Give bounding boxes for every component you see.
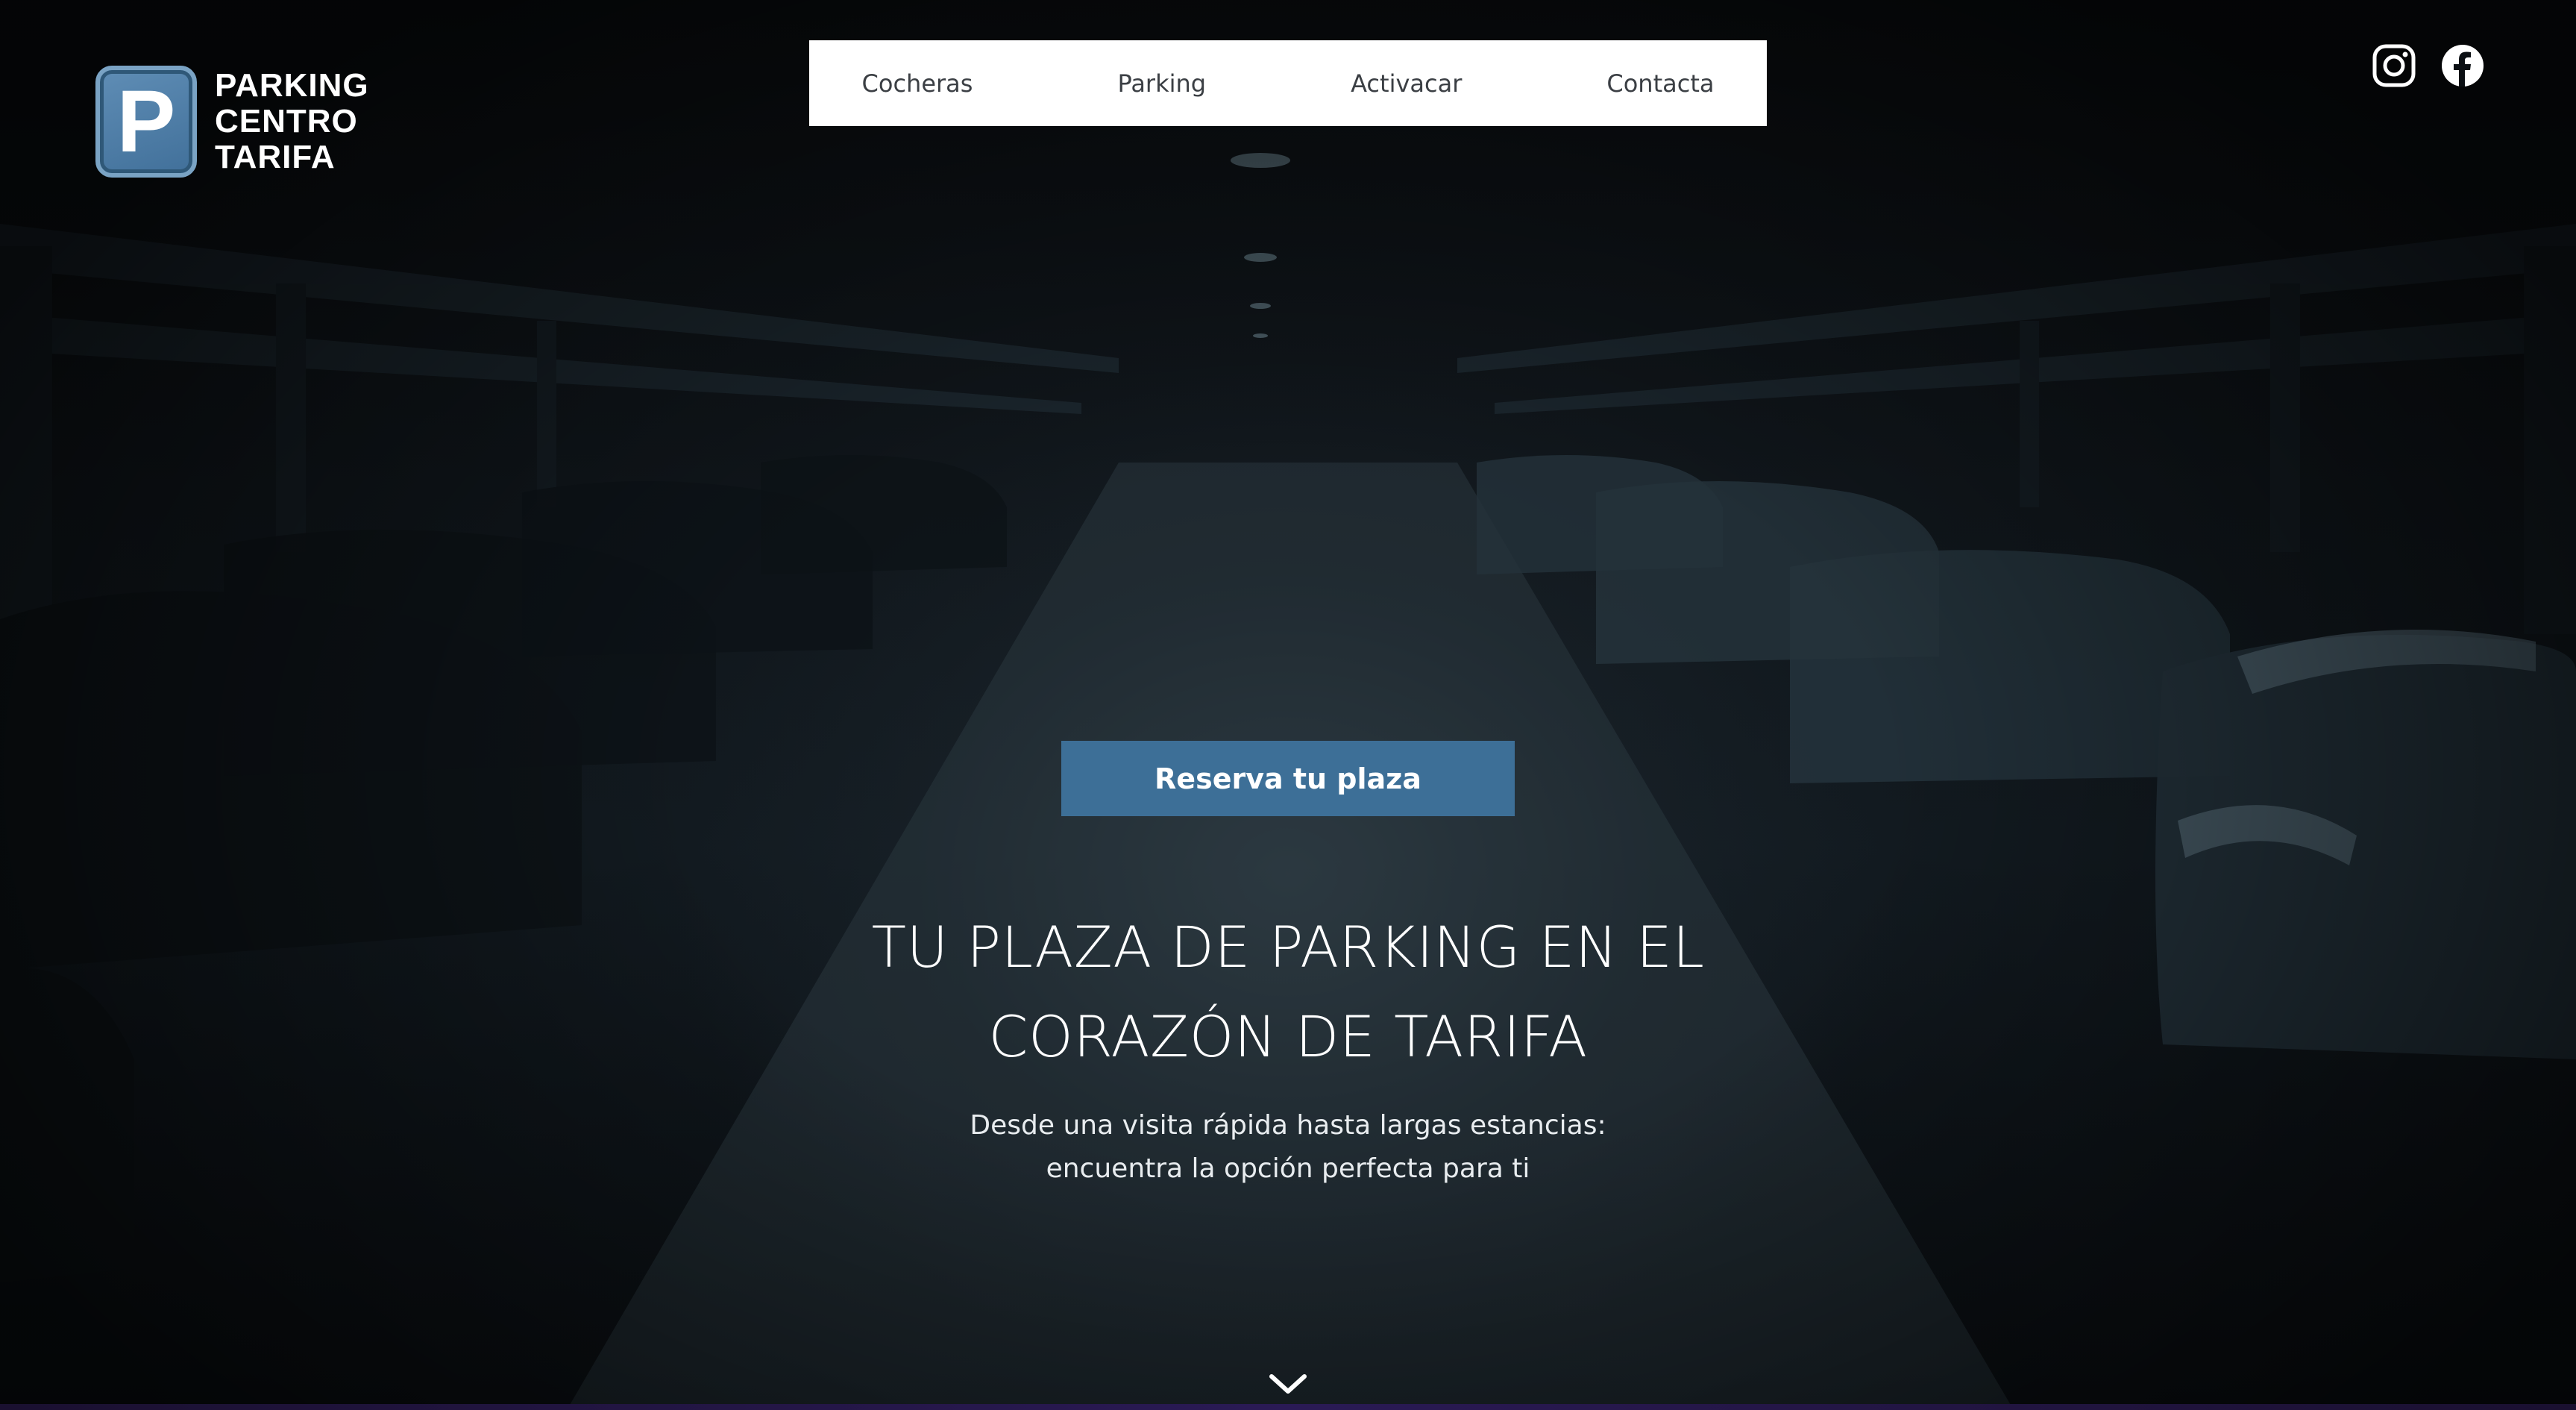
hero-title-line: CORAZÓN DE TARIFA — [988, 1003, 1588, 1070]
page-bottom-edge — [0, 1404, 2576, 1410]
hero-subtitle: Desde una visita rápida hasta largas est… — [841, 1104, 1735, 1191]
facebook-icon[interactable] — [2440, 43, 2485, 88]
hero-section: P PARKING CENTRO TARIFA Cocheras Parking… — [0, 0, 2576, 1410]
social-links — [2372, 43, 2485, 88]
hero-subtitle-line: Desde una visita rápida hasta largas est… — [970, 1110, 1606, 1141]
site-logo[interactable]: P PARKING CENTRO TARIFA — [95, 66, 369, 178]
parking-logo-icon: P — [95, 66, 197, 178]
logo-mark-letter: P — [116, 72, 176, 171]
parking-garage-background — [0, 153, 2576, 1410]
logo-line: CENTRO — [215, 103, 358, 140]
hero-subtitle-line: encuentra la opción perfecta para ti — [1046, 1153, 1530, 1184]
main-navigation: Cocheras Parking Activacar Contacta — [809, 40, 1767, 126]
reserve-spot-button[interactable]: Reserva tu plaza — [1061, 741, 1515, 816]
logo-line: TARIFA — [215, 139, 336, 175]
nav-item-activacar[interactable]: Activacar — [1278, 40, 1534, 126]
instagram-icon[interactable] — [2372, 43, 2416, 88]
hero-title-line: TU PLAZA DE PARKING EN EL — [871, 914, 1705, 980]
logo-line: PARKING — [215, 67, 369, 104]
chevron-down-icon[interactable] — [1266, 1369, 1310, 1399]
hero-title: TU PLAZA DE PARKING EN EL CORAZÓN DE TAR… — [691, 903, 1885, 1082]
nav-item-parking[interactable]: Parking — [1045, 40, 1278, 126]
nav-item-cocheras[interactable]: Cocheras — [790, 40, 1046, 126]
nav-item-contacta[interactable]: Contacta — [1534, 40, 1786, 126]
logo-wordmark: PARKING CENTRO TARIFA — [215, 68, 369, 175]
